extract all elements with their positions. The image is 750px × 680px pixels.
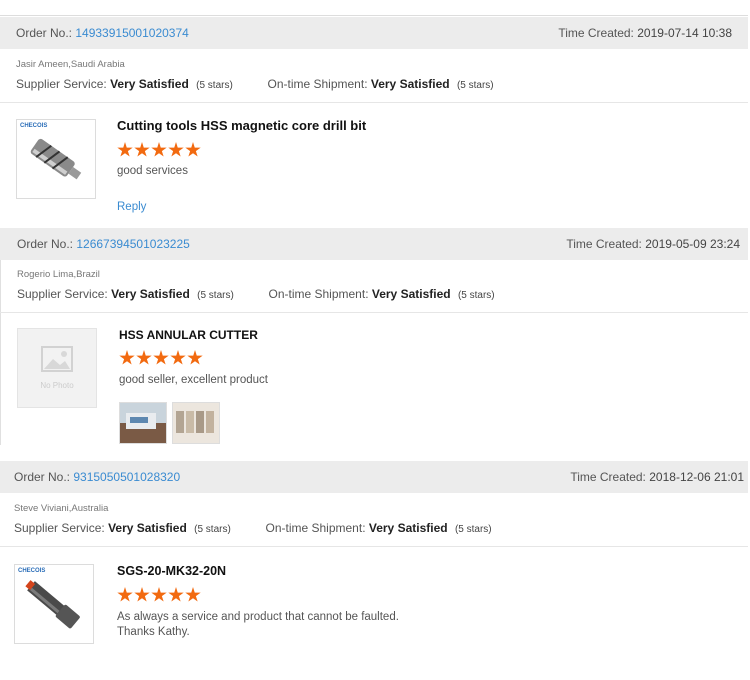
review-comment-line: As always a service and product that can… — [117, 611, 399, 623]
star-icon — [151, 142, 167, 157]
review-photo[interactable] — [172, 402, 220, 444]
shipment-value: Very Satisfied — [368, 521, 448, 535]
order-header: Order No.: 12667394501023225 Time Create… — [0, 228, 748, 260]
supplier-service-stars: (5 stars) — [196, 80, 233, 91]
product-thumbnail[interactable]: CHECOIS — [16, 119, 96, 199]
review-comment-line: Thanks Kathy. — [117, 626, 190, 638]
star-icon — [168, 142, 184, 157]
time-created: Time Created: 2018-12-06 21:01 — [570, 470, 744, 484]
supplier-service-stars: (5 stars) — [197, 290, 234, 301]
left-border — [0, 260, 1, 445]
shipment-label: On-time Shipment: — [267, 77, 368, 91]
review-comment: good seller, excellent product — [119, 374, 268, 386]
review-comment: As always a service and product that can… — [117, 610, 399, 640]
review-photo[interactable] — [119, 402, 167, 444]
review-comment: good services — [117, 165, 188, 177]
time-created-value: 2019-05-09 23:24 — [645, 237, 740, 251]
rating-stars — [119, 350, 203, 366]
time-created: Time Created: 2019-05-09 23:24 — [566, 237, 740, 251]
time-created: Time Created: 2019-07-14 10:38 — [558, 26, 732, 40]
order-number: Order No.: 12667394501023225 — [17, 237, 190, 251]
buyer-name: Jasir Ameen,Saudi Arabia — [16, 59, 125, 70]
time-created-value: 2019-07-14 10:38 — [637, 26, 732, 40]
order-header: Order No.: 14933915001020374 Time Create… — [0, 17, 748, 49]
time-created-label: Time Created: — [558, 26, 634, 40]
shipment-stars: (5 stars) — [456, 80, 494, 91]
shipment-label: On-time Shipment: — [268, 287, 369, 301]
supplier-service-label: Supplier Service: — [14, 521, 105, 535]
supplier-service-value: Very Satisfied — [108, 521, 187, 535]
satisfaction-row: Supplier Service: Very Satisfied (5 star… — [16, 77, 494, 91]
shipment-label: On-time Shipment: — [265, 521, 366, 535]
divider — [0, 102, 748, 103]
no-photo-label: No Photo — [40, 381, 74, 390]
supplier-service-stars: (5 stars) — [194, 524, 231, 535]
drill-bit-icon — [30, 138, 82, 180]
no-photo-icon — [41, 346, 73, 372]
time-created-label: Time Created: — [566, 237, 642, 251]
star-icon — [134, 587, 150, 602]
order-number-link[interactable]: 12667394501023225 — [76, 237, 189, 251]
order-no-label: Order No.: — [16, 26, 73, 40]
order-no-label: Order No.: — [17, 237, 74, 251]
indexable-drill-icon — [25, 580, 80, 629]
star-icon — [136, 350, 152, 365]
shipment-stars: (5 stars) — [457, 290, 495, 301]
rating-stars — [117, 587, 201, 603]
satisfaction-row: Supplier Service: Very Satisfied (5 star… — [17, 287, 495, 301]
shipment-value: Very Satisfied — [370, 77, 450, 91]
star-icon — [151, 587, 167, 602]
rating-stars — [117, 142, 201, 158]
product-title[interactable]: Cutting tools HSS magnetic core drill bi… — [117, 118, 366, 133]
star-icon — [119, 350, 135, 365]
product-title[interactable]: SGS-20-MK32-20N — [117, 564, 226, 578]
star-icon — [168, 587, 184, 602]
product-thumbnail-placeholder[interactable]: No Photo — [17, 328, 97, 408]
supplier-service-label: Supplier Service: — [17, 287, 108, 301]
order-number: Order No.: 14933915001020374 — [16, 26, 189, 40]
star-icon — [134, 142, 150, 157]
supplier-service-value: Very Satisfied — [110, 77, 189, 91]
order-number: Order No.: 9315050501028320 — [14, 470, 180, 484]
star-icon — [170, 350, 186, 365]
star-icon — [117, 587, 133, 602]
time-created-label: Time Created: — [570, 470, 646, 484]
order-no-label: Order No.: — [14, 470, 71, 484]
order-header: Order No.: 9315050501028320 Time Created… — [0, 461, 748, 493]
star-icon — [185, 587, 201, 602]
order-number-link[interactable]: 9315050501028320 — [73, 470, 180, 484]
supplier-service-value: Very Satisfied — [111, 287, 190, 301]
review-photo-image — [120, 403, 166, 443]
shipment-stars: (5 stars) — [454, 524, 492, 535]
reply-link[interactable]: Reply — [117, 201, 146, 213]
review-photo-image — [173, 403, 219, 443]
order-number-link[interactable]: 14933915001020374 — [75, 26, 188, 40]
divider — [0, 546, 748, 547]
buyer-name: Steve Viviani,Australia — [14, 503, 109, 514]
product-thumbnail[interactable]: CHECOIS — [14, 564, 94, 644]
buyer-name: Rogerio Lima,Brazil — [17, 269, 100, 280]
top-border — [0, 15, 748, 16]
star-icon — [185, 142, 201, 157]
star-icon — [153, 350, 169, 365]
shipment-value: Very Satisfied — [371, 287, 451, 301]
product-title[interactable]: HSS ANNULAR CUTTER — [119, 328, 258, 342]
time-created-value: 2018-12-06 21:01 — [649, 470, 744, 484]
supplier-service-label: Supplier Service: — [16, 77, 107, 91]
divider — [0, 312, 748, 313]
satisfaction-row: Supplier Service: Very Satisfied (5 star… — [14, 521, 492, 535]
star-icon — [187, 350, 203, 365]
star-icon — [117, 142, 133, 157]
